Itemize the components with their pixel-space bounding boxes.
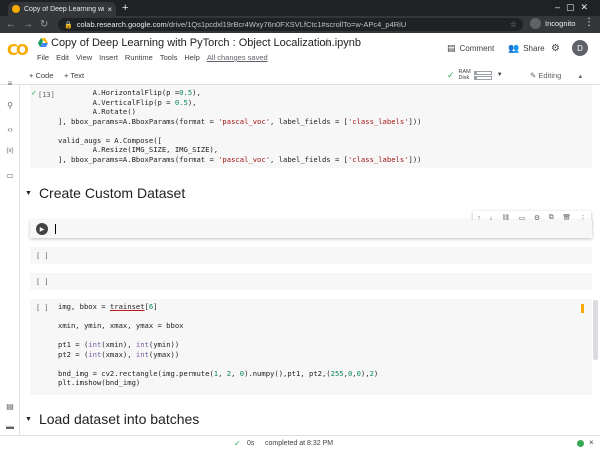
cell-prompt: [13]: [38, 91, 55, 99]
resource-labels: RAM Disk: [459, 69, 471, 81]
google-drive-icon: [38, 38, 48, 47]
section-heading-create-dataset: ▼ Create Custom Dataset: [21, 185, 185, 201]
resource-bars: [473, 70, 492, 81]
terminal-icon[interactable]: ▬: [5, 422, 15, 432]
incognito-label: Incognito: [545, 19, 576, 28]
notebook-title[interactable]: Copy of Deep Learning with PyTorch : Obj…: [51, 37, 361, 49]
new-tab-button[interactable]: +: [122, 2, 128, 14]
settings-gear-icon[interactable]: ⚙: [551, 43, 560, 54]
command-palette-icon[interactable]: ▤: [5, 402, 15, 412]
incognito-icon: [530, 18, 541, 29]
url-path: /drive/1Qs1pcdxl19rBcr4Wxy76n0FXSVLfCtc1…: [166, 20, 407, 29]
forward-icon[interactable]: →: [23, 19, 33, 30]
disk-bar-fill: [474, 76, 478, 79]
unsaved-cell-marker: [581, 304, 584, 313]
tab-close-icon[interactable]: ×: [107, 5, 112, 14]
status-duration: 0s: [247, 440, 255, 447]
search-icon[interactable]: ⚲: [5, 101, 15, 111]
star-notebook-icon[interactable]: ☆: [322, 36, 332, 49]
url-input[interactable]: 🔒 colab.research.google.com /drive/1Qs1p…: [58, 18, 523, 31]
connection-status-icon: [577, 440, 584, 447]
disk-bar: [473, 75, 492, 80]
share-label: Share: [523, 44, 545, 53]
comment-icon: ▤: [447, 43, 456, 53]
connected-check-icon: ✓: [447, 69, 455, 80]
collapse-triangle-icon[interactable]: ▼: [25, 416, 32, 423]
close-status-icon[interactable]: ×: [589, 438, 594, 447]
status-bar: ✓ 0s completed at 8:32 PM ×: [0, 435, 600, 450]
menu-insert[interactable]: Insert: [99, 53, 118, 62]
avatar[interactable]: D: [572, 40, 588, 56]
ram-bar-fill: [474, 71, 478, 74]
pencil-icon: ✎: [530, 71, 537, 80]
incognito-indicator[interactable]: Incognito: [530, 18, 575, 29]
empty-code-cell[interactable]: [ ]: [30, 247, 592, 264]
chevron-down-icon[interactable]: ▼: [497, 72, 503, 78]
ram-bar: [473, 70, 492, 75]
lock-icon: 🔒: [64, 21, 73, 29]
editing-mode-button[interactable]: ✎ Editing ▲: [530, 71, 583, 80]
comment-label: Comment: [459, 44, 495, 53]
status-message: completed at 8:32 PM: [265, 440, 334, 447]
text-cursor: [55, 224, 56, 234]
cell-prompt: [ ]: [36, 252, 49, 260]
disk-label: Disk: [458, 75, 470, 81]
code-cell-bbox[interactable]: [ ] img, bbox = trainset[6] xmin, ymin, …: [30, 299, 592, 395]
code-snippets-icon[interactable]: ‹›: [5, 125, 15, 135]
code-cell-13[interactable]: ✓ [13] A.HorizontalFlip(p =0.5), A.Verti…: [30, 85, 592, 168]
run-cell-button[interactable]: ▶: [36, 223, 48, 235]
add-text-button[interactable]: + Text: [64, 71, 84, 80]
cell-code[interactable]: img, bbox = trainset[6] xmin, ymin, xmax…: [58, 302, 378, 388]
menu-edit[interactable]: Edit: [56, 53, 69, 62]
browser-address-bar: ← → ↻ 🔒 colab.research.google.com /drive…: [0, 16, 600, 33]
colab-logo[interactable]: CO: [7, 41, 29, 59]
menu-help[interactable]: Help: [184, 53, 199, 62]
add-code-button[interactable]: + Code: [29, 71, 53, 80]
section-heading-load-batches: ▼ Load dataset into batches: [21, 411, 199, 427]
menu-bar: File Edit View Insert Runtime Tools Help…: [37, 53, 268, 62]
menu-tools[interactable]: Tools: [160, 53, 178, 62]
reload-icon[interactable]: ↻: [40, 19, 48, 30]
left-side-rail: ≡ ⚲ ‹› {x} ▭ ▤ ▬: [0, 79, 20, 435]
colab-header: CO Copy of Deep Learning with PyTorch : …: [0, 33, 600, 67]
url-host: colab.research.google.com: [76, 20, 167, 29]
window-controls[interactable]: –▢✕: [555, 2, 594, 13]
collapse-triangle-icon[interactable]: ▼: [25, 190, 32, 197]
browser-tab-title: Copy of Deep Learning wi: [24, 5, 105, 13]
status-check-icon: ✓: [234, 439, 241, 448]
editing-label: Editing: [538, 71, 562, 80]
vertical-scrollbar[interactable]: [593, 300, 598, 360]
chevron-up-icon[interactable]: ▲: [577, 74, 583, 80]
cell-prompt: [ ]: [36, 278, 49, 286]
active-code-cell[interactable]: ▶: [30, 220, 592, 238]
menu-runtime[interactable]: Runtime: [125, 53, 153, 62]
notebook-toolbar: + Code + Text ✓ RAM Disk ▼ ✎ Editing ▲: [0, 67, 600, 85]
cell-prompt: [ ]: [36, 304, 49, 312]
menu-file[interactable]: File: [37, 53, 49, 62]
browser-nav-buttons: ← → ↻: [6, 19, 48, 30]
browser-menu-icon[interactable]: ⋮: [584, 17, 594, 28]
section-title: Load dataset into batches: [38, 411, 200, 427]
files-folder-icon[interactable]: ▭: [5, 171, 15, 181]
browser-tab[interactable]: Copy of Deep Learning wi ×: [8, 2, 116, 16]
bookmark-star-icon[interactable]: ☆: [510, 20, 517, 29]
browser-tab-strip: Copy of Deep Learning wi × + –▢✕: [0, 0, 600, 16]
empty-code-cell[interactable]: [ ]: [30, 273, 592, 290]
comment-button[interactable]: ▤ Comment: [447, 43, 494, 54]
save-status[interactable]: All changes saved: [207, 53, 268, 62]
share-icon: 👥: [508, 43, 520, 53]
share-button[interactable]: 👥 Share: [508, 43, 545, 54]
notebook-main: ✓ [13] A.HorizontalFlip(p =0.5), A.Verti…: [21, 85, 600, 435]
menu-view[interactable]: View: [76, 53, 92, 62]
back-icon[interactable]: ←: [6, 19, 16, 30]
cell-code[interactable]: A.HorizontalFlip(p =0.5), A.VerticalFlip…: [58, 88, 422, 164]
table-of-contents-icon[interactable]: ≡: [5, 79, 15, 89]
resource-monitor[interactable]: ✓ RAM Disk ▼: [447, 69, 503, 81]
section-title: Create Custom Dataset: [38, 185, 186, 201]
executed-check-icon: ✓: [31, 90, 37, 97]
variables-icon[interactable]: {x}: [5, 148, 15, 158]
colab-favicon-icon: [12, 5, 20, 13]
